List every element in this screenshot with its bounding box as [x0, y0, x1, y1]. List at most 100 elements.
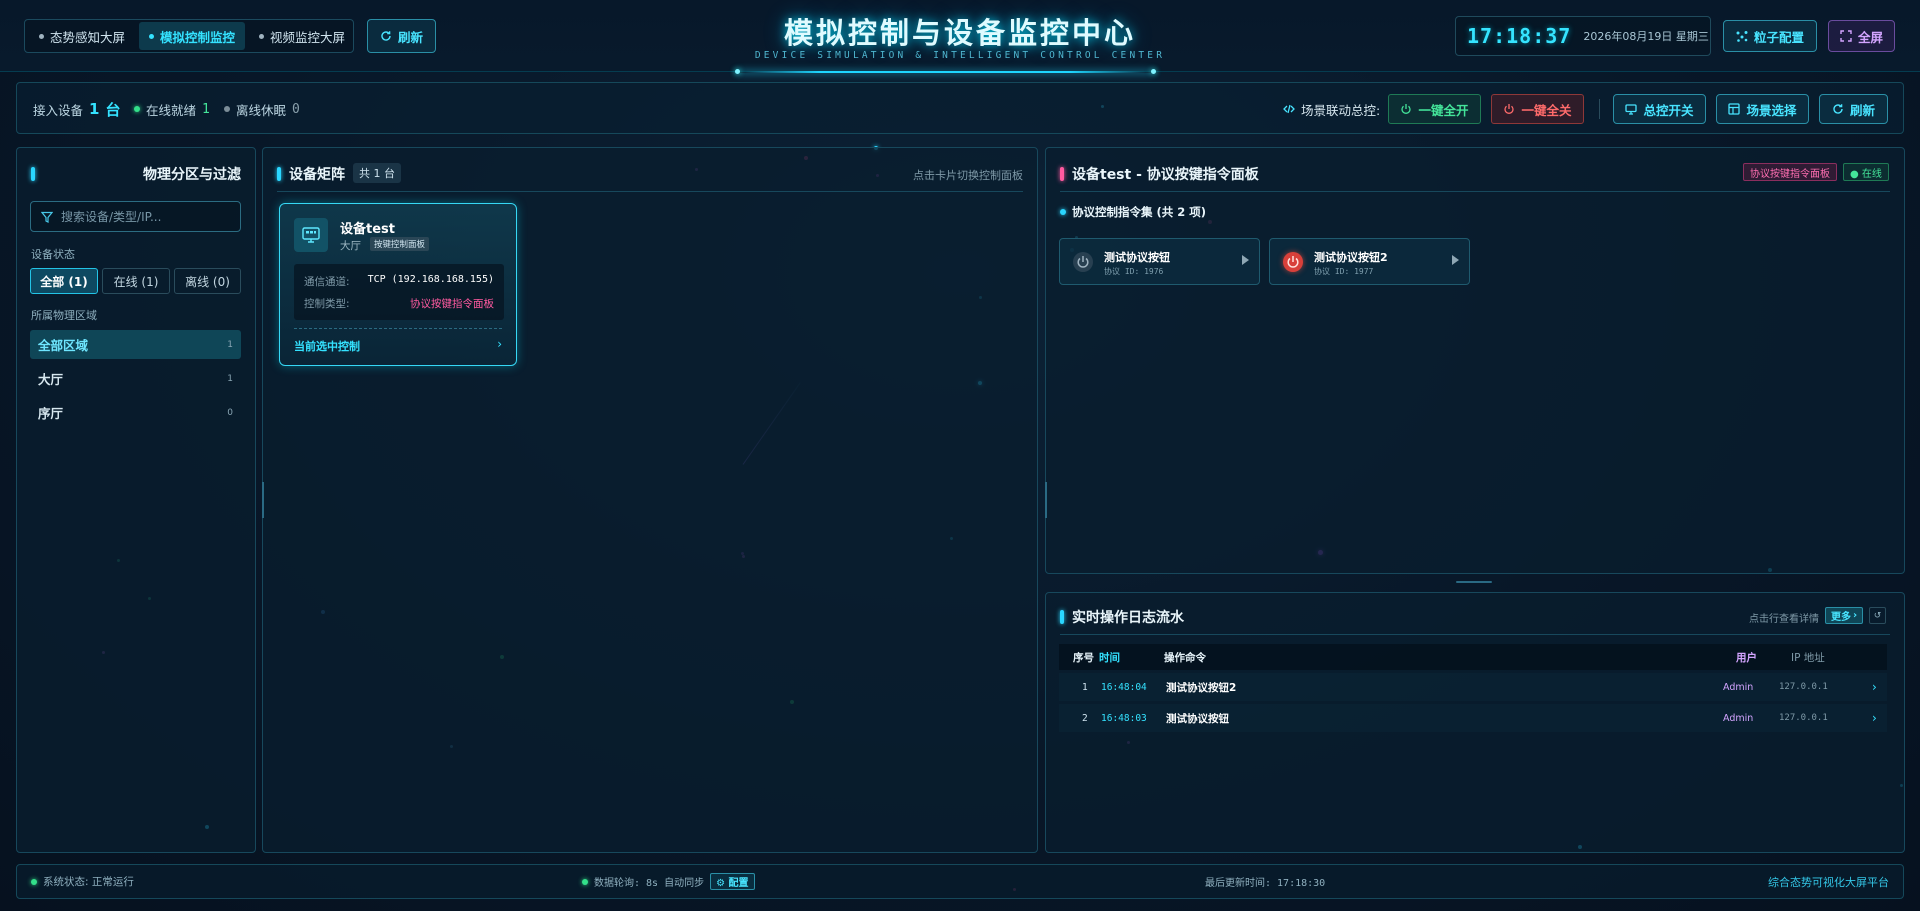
status-filter-label: 设备状态: [31, 248, 75, 261]
device-count-badge: 共 1 台: [353, 163, 401, 183]
clock-date: 2026年08月19日 星期三: [1583, 30, 1709, 43]
master-switch-button[interactable]: 总控开关: [1613, 94, 1706, 124]
command-button-1976[interactable]: 测试协议按钮 协议 ID: 1976: [1059, 238, 1260, 285]
row-user: Admin: [1723, 681, 1754, 693]
all-off-label: 一键全关: [1521, 102, 1572, 118]
particles-icon: [1736, 30, 1748, 42]
table-row[interactable]: 1 16:48:04 测试协议按钮2 Admin 127.0.0.1 ›: [1059, 673, 1887, 701]
filter-offline-button[interactable]: 离线 (0): [174, 268, 241, 294]
all-on-button[interactable]: 一键全开: [1388, 94, 1481, 124]
row-time: 16:48:04: [1101, 681, 1147, 693]
col-user: 用户: [1736, 651, 1757, 664]
log-more-button[interactable]: 更多 ›: [1825, 607, 1864, 624]
offline-dot-icon: [224, 106, 230, 112]
refresh-icon: [1832, 103, 1844, 115]
play-icon: [1452, 255, 1459, 265]
selected-control-label: 当前选中控制: [294, 340, 360, 353]
zone-count: 0: [227, 407, 233, 418]
connected-unit: 台: [105, 100, 121, 119]
scene-master-text: 场景联动总控:: [1301, 102, 1381, 118]
zone-count: 1: [227, 373, 233, 384]
power-icon: [1400, 103, 1412, 115]
layout-icon: [1728, 103, 1741, 115]
footer: 系统状态: 正常运行 数据轮询: 8s 自动同步 ⚙ 配置 最后更新时间: 17…: [16, 864, 1904, 899]
panel-divider: [1060, 191, 1890, 192]
row-index: 2: [1082, 712, 1088, 724]
col-command: 操作命令: [1164, 651, 1206, 664]
log-hint: 点击行查看详情: [1749, 614, 1819, 625]
connected-devices-stat: 接入设备 1 台: [33, 83, 120, 135]
device-card[interactable]: 设备test 大厅 按键控制面板 通信通道: TCP (192.168.168.…: [279, 203, 517, 366]
online-label: 在线就绪: [146, 102, 197, 118]
chevron-right-icon: ›: [1872, 680, 1877, 694]
power-off-icon: [1073, 252, 1093, 272]
accent-bar: [1060, 610, 1064, 624]
title-node: [1151, 69, 1156, 74]
filter-icon: [41, 211, 53, 223]
command-section-title: 协议控制指令集 (共 2 项): [1072, 205, 1207, 219]
filter-all-button[interactable]: 全部 (1): [30, 268, 98, 294]
table-row[interactable]: 2 16:48:03 测试协议按钮 Admin 127.0.0.1 ›: [1059, 704, 1887, 732]
row-ip: 127.0.0.1: [1779, 713, 1828, 723]
filter-online-button[interactable]: 在线 (1): [102, 268, 170, 294]
sidebar-title: 物理分区与过滤: [143, 167, 241, 183]
particle-config-label: 粒子配置: [1753, 29, 1804, 45]
matrix-title: 设备矩阵: [289, 167, 345, 183]
type-value: 协议按键指令面板: [410, 298, 494, 310]
connected-label: 接入设备: [33, 102, 84, 118]
config-button[interactable]: ⚙ 配置: [710, 873, 755, 890]
status-dot-icon: [582, 878, 588, 885]
zone-label: 序厅: [38, 406, 64, 421]
matrix-hint: 点击卡片切换控制面板: [913, 169, 1023, 182]
panel-edge-mark: [262, 482, 264, 518]
all-off-button[interactable]: 一键全关: [1491, 94, 1584, 124]
panel-edge-mark: [1045, 482, 1047, 518]
accent-bar: [277, 167, 281, 181]
row-time: 16:48:03: [1101, 712, 1147, 724]
chevron-right-icon: ›: [1872, 711, 1877, 725]
search-input[interactable]: [61, 209, 231, 224]
scene-select-label: 场景选择: [1746, 102, 1797, 118]
device-icon-box: [294, 218, 328, 252]
command-id: 协议 ID: 1977: [1314, 267, 1374, 276]
panel-type-badge: 协议按键指令面板: [1743, 163, 1837, 181]
zone-label: 全部区域: [38, 338, 89, 353]
panel-splitter-handle[interactable]: [1456, 581, 1492, 583]
scene-select-button[interactable]: 场景选择: [1716, 94, 1809, 124]
zone-item-prelude[interactable]: 序厅 0: [30, 398, 241, 427]
col-time: 时间: [1099, 651, 1120, 664]
command-button-1977[interactable]: 测试协议按钮2 协议 ID: 1977: [1269, 238, 1470, 285]
channel-row: 通信通道: TCP (192.168.168.155): [304, 274, 494, 289]
system-status-text: 系统状态: 正常运行: [43, 876, 134, 888]
accent-bar: [1060, 167, 1064, 181]
connected-count: 1: [89, 100, 100, 118]
toolbar-refresh-button[interactable]: 刷新: [1819, 94, 1888, 124]
play-icon: [1242, 255, 1249, 265]
row-command: 测试协议按钮: [1166, 712, 1229, 725]
platform-name: 综合态势可视化大屏平台: [1768, 875, 1889, 889]
power-icon: [1503, 103, 1515, 115]
online-dot-icon: [134, 106, 140, 112]
device-info-box: 通信通道: TCP (192.168.168.155) 控制类型: 协议按键指令…: [294, 264, 504, 320]
title-underline: [737, 71, 1153, 73]
zone-item-hall[interactable]: 大厅 1: [30, 364, 241, 393]
zone-filter-label: 所属物理区域: [31, 309, 97, 322]
particle-config-button[interactable]: 粒子配置: [1723, 20, 1817, 52]
command-id: 协议 ID: 1976: [1104, 267, 1164, 276]
control-panel-icon: [302, 227, 320, 243]
type-label: 控制类型:: [304, 298, 350, 310]
fullscreen-button[interactable]: 全屏: [1828, 20, 1895, 52]
zone-count: 1: [227, 339, 233, 350]
zone-item-all[interactable]: 全部区域 1: [30, 330, 241, 359]
offline-count: 0: [292, 101, 300, 117]
matrix-divider: [277, 191, 1023, 192]
device-search[interactable]: [30, 201, 241, 232]
channel-label: 通信通道:: [304, 276, 350, 288]
clock-time: 17:18:37: [1467, 24, 1572, 48]
zone-label: 大厅: [38, 372, 64, 387]
scene-master-label: 场景联动总控:: [1283, 83, 1380, 135]
status-dot-icon: [31, 878, 37, 885]
log-refresh-button[interactable]: ↺: [1869, 607, 1886, 624]
accent-bar: [31, 167, 35, 181]
master-switch-label: 总控开关: [1643, 102, 1694, 118]
